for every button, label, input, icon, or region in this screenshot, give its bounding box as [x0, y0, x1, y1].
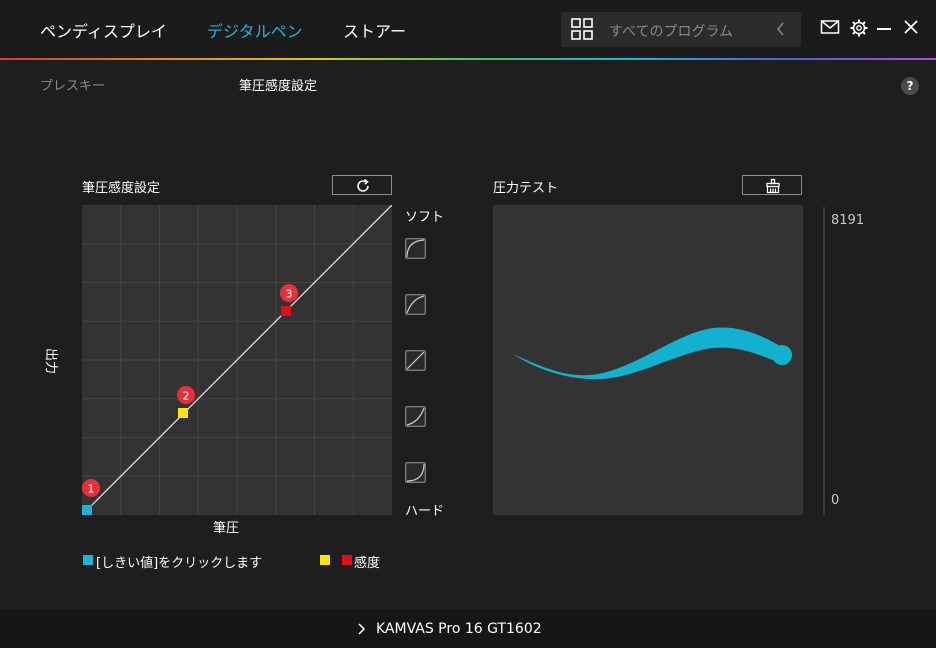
pressure-meter [823, 207, 825, 515]
grid-icon [571, 18, 593, 40]
broom-icon [766, 178, 780, 194]
output-axis-label: 出力 [43, 348, 58, 375]
sensitivity-point-2[interactable] [178, 408, 188, 418]
subtab-pressure-sensitivity[interactable]: 筆圧感度設定 [239, 75, 317, 94]
threshold-legend-text: [しきい値]をクリックします [96, 556, 263, 571]
hard-label: ハード [405, 504, 445, 519]
soft-label: ソフト [405, 210, 445, 225]
preset-soft-curve-icon[interactable] [405, 238, 426, 259]
curve-panel-title: 筆圧感度設定 [82, 181, 161, 196]
chevron-left-icon[interactable] [775, 21, 787, 37]
preset-hard-mid-curve-icon[interactable] [405, 406, 426, 427]
top-bar: ペンディスプレイ デジタルペン ストアー すべてのプログラム [0, 0, 936, 58]
preset-hard-curve-icon[interactable] [405, 462, 426, 483]
point-badge-2-label: 2 [183, 390, 190, 403]
device-name: KAMVAS Pro 16 GT1602 [376, 621, 542, 637]
preset-soft-mid-curve-icon[interactable] [405, 294, 426, 315]
clear-pressure-test-button[interactable] [742, 175, 802, 195]
pressure-axis-label: 筆圧 [213, 521, 240, 536]
pressure-test-area[interactable] [493, 205, 803, 515]
mail-icon[interactable] [820, 19, 840, 35]
sensitivity-legend-text: 感度 [354, 556, 381, 571]
threshold-legend-swatch [83, 555, 93, 565]
threshold-point[interactable] [82, 505, 92, 515]
close-icon[interactable] [903, 19, 919, 35]
preset-linear-curve-icon[interactable] [405, 350, 426, 371]
pressure-test-title: 圧力テスト [493, 181, 559, 196]
sensitivity-legend-swatch-yellow [320, 555, 330, 565]
tab-store[interactable]: ストアー [343, 18, 406, 42]
refresh-icon [357, 178, 369, 192]
reset-curve-button[interactable] [332, 175, 392, 195]
tab-pen-display[interactable]: ペンディスプレイ [40, 18, 167, 42]
sensitivity-legend-swatch-red [342, 555, 352, 565]
test-stroke-canvas [513, 327, 792, 380]
device-footer[interactable]: KAMVAS Pro 16 GT1602 [0, 609, 936, 648]
pressure-min-value: 0 [831, 493, 840, 508]
tab-digital-pen[interactable]: デジタルペン [207, 18, 303, 42]
help-icon[interactable]: ? [901, 77, 919, 95]
pressure-max-value: 8191 [831, 213, 865, 228]
minimize-icon[interactable] [876, 19, 892, 35]
gear-icon[interactable] [850, 19, 868, 37]
accent-divider [0, 58, 936, 60]
sensitivity-point-3[interactable] [281, 306, 291, 316]
chevron-right-icon [358, 623, 366, 635]
subtab-press-keys[interactable]: プレスキー [40, 75, 105, 94]
point-badge-1-label: 1 [88, 483, 95, 496]
program-search[interactable]: すべてのプログラム [561, 12, 801, 47]
test-stroke [513, 327, 786, 380]
point-badge-3-label: 3 [286, 288, 293, 301]
pressure-curve-graph[interactable]: 1 2 3 [82, 205, 392, 515]
search-input[interactable]: すべてのプログラム [609, 21, 733, 41]
test-stroke-end [772, 345, 792, 365]
